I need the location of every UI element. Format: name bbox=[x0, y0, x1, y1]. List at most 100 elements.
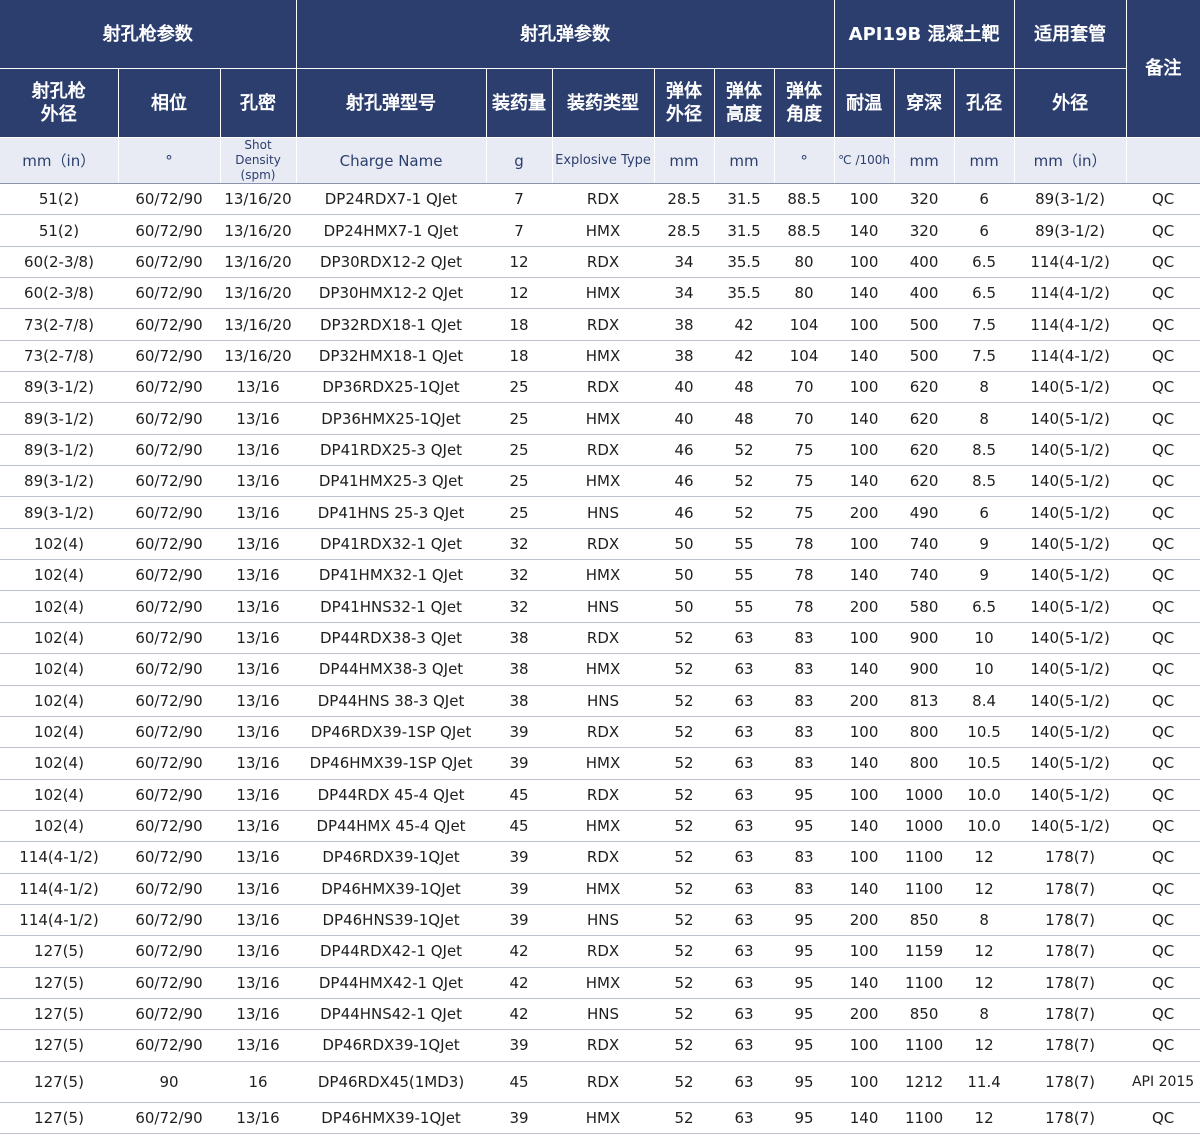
cell-temp-rating: 140 bbox=[834, 747, 895, 780]
cell-phase: 60/72/90 bbox=[118, 873, 220, 905]
cell-body-od: 52 bbox=[654, 622, 715, 655]
cell-charge-load: 38 bbox=[486, 685, 553, 717]
cell-remark: QC bbox=[1126, 183, 1200, 216]
cell-charge-model: DP41RDX32-1 QJet bbox=[296, 528, 487, 561]
cell-density: 13/16 bbox=[220, 434, 297, 467]
cell-penetration: 320 bbox=[894, 214, 955, 247]
cell-body-height: 55 bbox=[714, 559, 775, 592]
cell-charge-load: 45 bbox=[486, 810, 553, 843]
cell-density: 13/16 bbox=[220, 653, 297, 686]
cell-body-od: 34 bbox=[654, 277, 715, 310]
cell-body-od: 50 bbox=[654, 559, 715, 592]
cell-penetration: 620 bbox=[894, 371, 955, 404]
cell-explosive-type: RDX bbox=[552, 716, 655, 749]
table-row: 114(4-1/2) 60/72/90 13/16 DP46HMX39-1QJet 39… bbox=[0, 873, 1200, 905]
cell-hole-dia: 10.5 bbox=[954, 747, 1015, 780]
cell-body-od: 40 bbox=[654, 371, 715, 404]
header-api-target: API19B 混凝土靶 bbox=[834, 0, 1015, 69]
cell-hole-dia: 6.5 bbox=[954, 246, 1015, 279]
cell-casing-od: 140(5-1/2) bbox=[1014, 559, 1127, 592]
cell-phase: 60/72/90 bbox=[118, 559, 220, 592]
cell-hole-dia: 11.4 bbox=[954, 1061, 1015, 1103]
table-row: 51(2) 60/72/90 13/16/20 DP24HMX7-1 QJet 7 HMX… bbox=[0, 214, 1200, 247]
cell-body-angle: 78 bbox=[774, 590, 835, 623]
cell-temp-rating: 100 bbox=[834, 779, 895, 811]
cell-phase: 60/72/90 bbox=[118, 998, 220, 1031]
cell-density: 13/16/20 bbox=[220, 246, 297, 279]
cell-body-angle: 83 bbox=[774, 685, 835, 717]
cell-phase: 60/72/90 bbox=[118, 935, 220, 968]
header-explosive-type: 装药类型 bbox=[552, 68, 655, 138]
cell-remark: QC bbox=[1126, 967, 1200, 999]
cell-charge-model: DP46HMX39-1QJet bbox=[296, 873, 487, 905]
cell-hole-dia: 6 bbox=[954, 214, 1015, 247]
table-row: 73(2-7/8) 60/72/90 13/16/20 DP32HMX18-1 QJe… bbox=[0, 340, 1200, 373]
cell-hole-dia: 10.0 bbox=[954, 779, 1015, 811]
cell-casing-od: 89(3-1/2) bbox=[1014, 214, 1127, 247]
cell-body-od: 38 bbox=[654, 308, 715, 341]
cell-gun-od: 114(4-1/2) bbox=[0, 904, 118, 937]
cell-phase: 60/72/90 bbox=[118, 622, 220, 655]
cell-charge-load: 7 bbox=[486, 214, 553, 247]
cell-density: 13/16 bbox=[220, 402, 297, 435]
cell-gun-od: 127(5) bbox=[0, 967, 118, 999]
cell-charge-model: DP46RDX39-1QJet bbox=[296, 1029, 487, 1062]
cell-body-od: 52 bbox=[654, 1061, 715, 1103]
cell-charge-model: DP46HMX39-1QJet bbox=[296, 1102, 487, 1134]
cell-casing-od: 178(7) bbox=[1014, 967, 1127, 999]
cell-charge-model: DP46RDX39-1SP QJet bbox=[296, 716, 487, 749]
cell-explosive-type: RDX bbox=[552, 528, 655, 561]
cell-explosive-type: RDX bbox=[552, 371, 655, 404]
cell-hole-dia: 12 bbox=[954, 1029, 1015, 1062]
cell-explosive-type: RDX bbox=[552, 622, 655, 655]
cell-charge-load: 45 bbox=[486, 1061, 553, 1103]
cell-penetration: 850 bbox=[894, 998, 955, 1031]
cell-explosive-type: HMX bbox=[552, 465, 655, 498]
table-row: 60(2-3/8) 60/72/90 13/16/20 DP30RDX12-2 QJe… bbox=[0, 246, 1200, 279]
cell-gun-od: 51(2) bbox=[0, 183, 118, 216]
cell-body-od: 28.5 bbox=[654, 183, 715, 216]
table-row: 102(4) 60/72/90 13/16 DP46HMX39-1SP QJet 39 H… bbox=[0, 747, 1200, 780]
cell-density: 13/16 bbox=[220, 465, 297, 498]
cell-remark: QC bbox=[1126, 1029, 1200, 1062]
cell-body-angle: 80 bbox=[774, 277, 835, 310]
cell-temp-rating: 140 bbox=[834, 1102, 895, 1134]
cell-gun-od: 127(5) bbox=[0, 1061, 118, 1103]
table-row: 102(4) 60/72/90 13/16 DP44HMX38-3 QJet 38 HMX… bbox=[0, 653, 1200, 686]
cell-body-height: 48 bbox=[714, 371, 775, 404]
cell-body-height: 63 bbox=[714, 779, 775, 811]
cell-body-od: 40 bbox=[654, 402, 715, 435]
cell-body-height: 63 bbox=[714, 1102, 775, 1134]
cell-charge-model: DP44HMX42-1 QJet bbox=[296, 967, 487, 999]
cell-charge-load: 39 bbox=[486, 716, 553, 749]
cell-body-angle: 75 bbox=[774, 434, 835, 467]
cell-penetration: 1000 bbox=[894, 810, 955, 843]
cell-temp-rating: 200 bbox=[834, 685, 895, 717]
table-row: 102(4) 60/72/90 13/16 DP46RDX39-1SP QJet 39 R… bbox=[0, 716, 1200, 749]
unit-charge-load: g bbox=[486, 137, 553, 184]
cell-body-angle: 70 bbox=[774, 402, 835, 435]
table-row: 114(4-1/2) 60/72/90 13/16 DP46RDX39-1QJet 39… bbox=[0, 841, 1200, 874]
cell-explosive-type: HNS bbox=[552, 904, 655, 937]
cell-body-angle: 95 bbox=[774, 935, 835, 968]
cell-charge-load: 32 bbox=[486, 559, 553, 592]
cell-charge-model: DP30HMX12-2 QJet bbox=[296, 277, 487, 310]
table-row: 127(5) 60/72/90 13/16 DP46HMX39-1QJet 39 HMX 5… bbox=[0, 1102, 1200, 1134]
cell-density: 13/16 bbox=[220, 716, 297, 749]
cell-hole-dia: 12 bbox=[954, 841, 1015, 874]
cell-penetration: 1100 bbox=[894, 967, 955, 999]
cell-charge-model: DP46RDX45(1MD3) bbox=[296, 1061, 487, 1103]
cell-explosive-type: RDX bbox=[552, 841, 655, 874]
cell-density: 13/16/20 bbox=[220, 308, 297, 341]
cell-body-angle: 70 bbox=[774, 371, 835, 404]
cell-body-od: 38 bbox=[654, 340, 715, 373]
cell-penetration: 813 bbox=[894, 685, 955, 717]
cell-density: 13/16 bbox=[220, 779, 297, 811]
cell-hole-dia: 6 bbox=[954, 496, 1015, 529]
cell-body-angle: 83 bbox=[774, 716, 835, 749]
cell-hole-dia: 6.5 bbox=[954, 277, 1015, 310]
cell-body-od: 52 bbox=[654, 904, 715, 937]
cell-charge-model: DP41HMX32-1 QJet bbox=[296, 559, 487, 592]
cell-temp-rating: 100 bbox=[834, 935, 895, 968]
unit-density: Shot Density (spm) bbox=[220, 137, 297, 184]
